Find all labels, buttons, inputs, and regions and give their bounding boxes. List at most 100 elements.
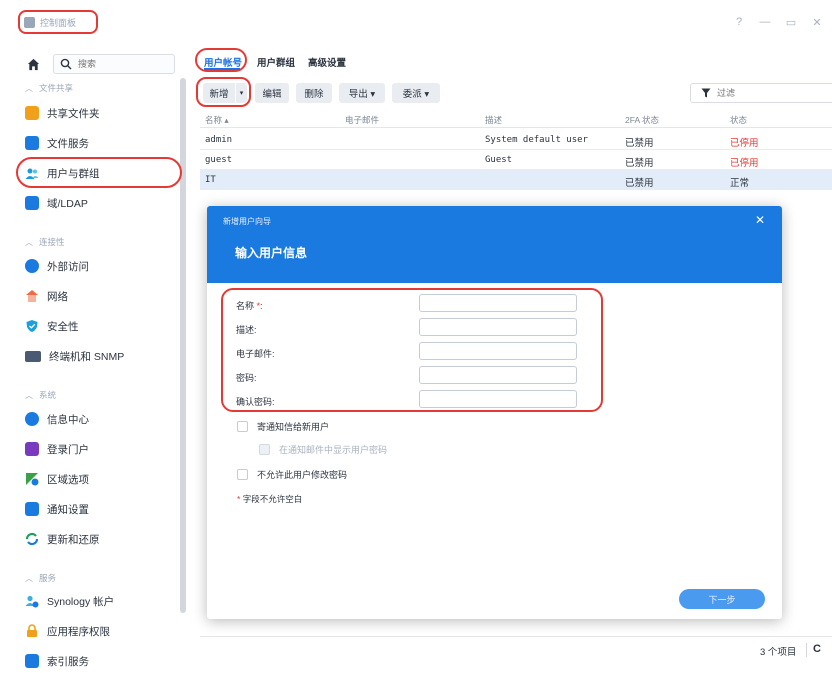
- sidebar-item-terminal-snmp[interactable]: 终端机和 SNMP: [25, 346, 124, 366]
- sidebar-item-info-center[interactable]: 信息中心: [25, 409, 89, 429]
- sidebar-item-ldap[interactable]: 域/LDAP: [25, 193, 88, 213]
- sidebar-item-indexing[interactable]: 索引服务: [25, 651, 89, 671]
- password-input[interactable]: [419, 366, 577, 384]
- sidebar-item-label: 信息中心: [47, 413, 89, 426]
- app-title-label: 控制面板: [40, 17, 77, 28]
- sidebar-item-shared-folder[interactable]: 共享文件夹: [25, 103, 100, 123]
- checkbox[interactable]: [259, 444, 270, 455]
- checkbox[interactable]: [237, 421, 248, 432]
- column-header-name[interactable]: 名称 ▴: [205, 114, 229, 126]
- sidebar-item-login-portal[interactable]: 登录门户: [25, 439, 89, 459]
- filter-box[interactable]: [690, 83, 832, 103]
- sidebar-item-label: 用户与群组: [47, 167, 100, 180]
- sidebar-item-app-privileges[interactable]: 应用程序权限: [25, 621, 110, 641]
- checkbox[interactable]: [237, 469, 248, 480]
- sidebar-item-label: 索引服务: [47, 655, 89, 668]
- indexing-icon: [25, 654, 39, 668]
- cell-2fa: 已禁用: [625, 138, 654, 149]
- cell-name: guest: [205, 155, 233, 165]
- field-label-email: 电子邮件:: [236, 349, 275, 359]
- help-icon[interactable]: ?: [732, 16, 746, 29]
- sidebar-item-security[interactable]: 安全性: [25, 316, 79, 336]
- info-center-icon: [25, 412, 39, 426]
- collapse-caret-icon: ︿: [25, 83, 33, 93]
- sidebar-item-label: 域/LDAP: [47, 197, 88, 210]
- delegate-button[interactable]: 委派 ▾: [392, 83, 440, 103]
- sidebar-item-network[interactable]: 网络: [25, 286, 68, 306]
- export-button[interactable]: 导出 ▾: [339, 83, 385, 103]
- field-label-description: 描述:: [236, 325, 257, 335]
- sidebar-item-label: 共享文件夹: [47, 107, 100, 120]
- column-header-description[interactable]: 描述: [485, 114, 502, 126]
- label-colon: :: [260, 301, 263, 311]
- ldap-icon: [25, 196, 39, 210]
- table-row[interactable]: IT 已禁用 正常: [200, 170, 832, 190]
- filter-icon: [701, 88, 711, 98]
- name-input[interactable]: [419, 294, 577, 312]
- column-header-2fa[interactable]: 2FA 状态: [625, 114, 659, 126]
- sidebar-scrollbar[interactable]: [180, 78, 186, 613]
- sidebar-item-notification[interactable]: 通知设置: [25, 499, 89, 519]
- section-system[interactable]: ︿ 系统: [25, 389, 56, 401]
- checkbox-notify-user[interactable]: 寄通知信给新用户: [237, 420, 329, 433]
- sidebar-item-regional-options[interactable]: 区域选项: [25, 469, 89, 489]
- cell-status: 已停用: [730, 138, 759, 149]
- table-row[interactable]: admin System default user 已禁用 已停用: [200, 130, 832, 150]
- create-dropdown-button[interactable]: ▾: [236, 83, 247, 103]
- external-access-icon: [25, 259, 39, 273]
- description-input[interactable]: [419, 318, 577, 336]
- sidebar-item-users-groups[interactable]: 用户与群组: [25, 163, 100, 183]
- tab-user-accounts[interactable]: 用户帐号: [204, 55, 242, 69]
- close-icon[interactable]: ✕: [755, 213, 765, 227]
- checkbox-show-password[interactable]: 在通知邮件中显示用户密码: [259, 443, 387, 456]
- minimize-icon[interactable]: —: [758, 16, 772, 29]
- next-button[interactable]: 下一步: [679, 589, 765, 609]
- filter-input[interactable]: [717, 88, 817, 98]
- create-button[interactable]: 新增: [203, 83, 235, 103]
- sidebar-search[interactable]: [53, 54, 175, 74]
- create-user-wizard: 新增用户向导 输入用户信息 ✕ 名称 *: 描述: 电子邮件: 密码: 确认密码…: [207, 206, 782, 619]
- section-file-sharing[interactable]: ︿ 文件共享: [25, 82, 73, 94]
- section-title: 文件共享: [39, 83, 74, 93]
- edit-button[interactable]: 编辑: [255, 83, 289, 103]
- tab-advanced-settings[interactable]: 高级设置: [308, 55, 346, 69]
- search-input[interactable]: [78, 59, 168, 69]
- cell-description: Guest: [485, 155, 513, 165]
- network-icon: [26, 290, 38, 302]
- sidebar-item-label: Synology 帐户: [47, 595, 115, 608]
- chevron-down-icon: ▾: [239, 90, 244, 97]
- confirm-password-input[interactable]: [419, 390, 577, 408]
- sidebar-item-synology-account[interactable]: Synology 帐户: [25, 591, 114, 611]
- section-title: 服务: [39, 573, 57, 583]
- dialog-header: 新增用户向导 输入用户信息 ✕: [207, 206, 782, 283]
- checkbox-disallow-password-change[interactable]: 不允许此用户修改密码: [237, 468, 347, 481]
- required-note: * 字段不允许空白: [237, 493, 302, 505]
- delete-button[interactable]: 删除: [296, 83, 332, 103]
- sidebar-item-label: 通知设置: [47, 503, 89, 516]
- refresh-icon[interactable]: C: [813, 643, 821, 655]
- table-row[interactable]: guest Guest 已禁用 已停用: [200, 150, 832, 170]
- cell-name: admin: [205, 135, 233, 145]
- maximize-icon[interactable]: ▭: [784, 16, 798, 29]
- field-label-password: 密码:: [236, 373, 257, 383]
- section-connectivity[interactable]: ︿ 连接性: [25, 236, 65, 248]
- checkbox-label: 不允许此用户修改密码: [257, 470, 348, 480]
- control-panel-icon: [24, 16, 35, 28]
- home-icon[interactable]: [27, 58, 40, 71]
- synology-account-icon: [25, 595, 39, 608]
- sidebar-item-external-access[interactable]: 外部访问: [25, 256, 89, 276]
- required-mark: *: [237, 494, 241, 504]
- close-icon[interactable]: ✕: [810, 16, 824, 29]
- tab-user-groups[interactable]: 用户群组: [257, 55, 295, 69]
- shared-folder-icon: [25, 106, 39, 120]
- email-input[interactable]: [419, 342, 577, 360]
- sidebar-item-file-services[interactable]: 文件服务: [25, 133, 89, 153]
- section-services[interactable]: ︿ 服务: [25, 572, 56, 584]
- column-header-email[interactable]: 电子邮件: [345, 114, 379, 126]
- dialog-heading: 输入用户信息: [235, 246, 308, 260]
- section-title: 连接性: [39, 237, 65, 247]
- column-header-status[interactable]: 状态: [730, 114, 747, 126]
- checkbox-label: 寄通知信给新用户: [257, 422, 330, 432]
- label-text: 名称: [236, 301, 255, 311]
- sidebar-item-update-restore[interactable]: 更新和还原: [25, 529, 100, 549]
